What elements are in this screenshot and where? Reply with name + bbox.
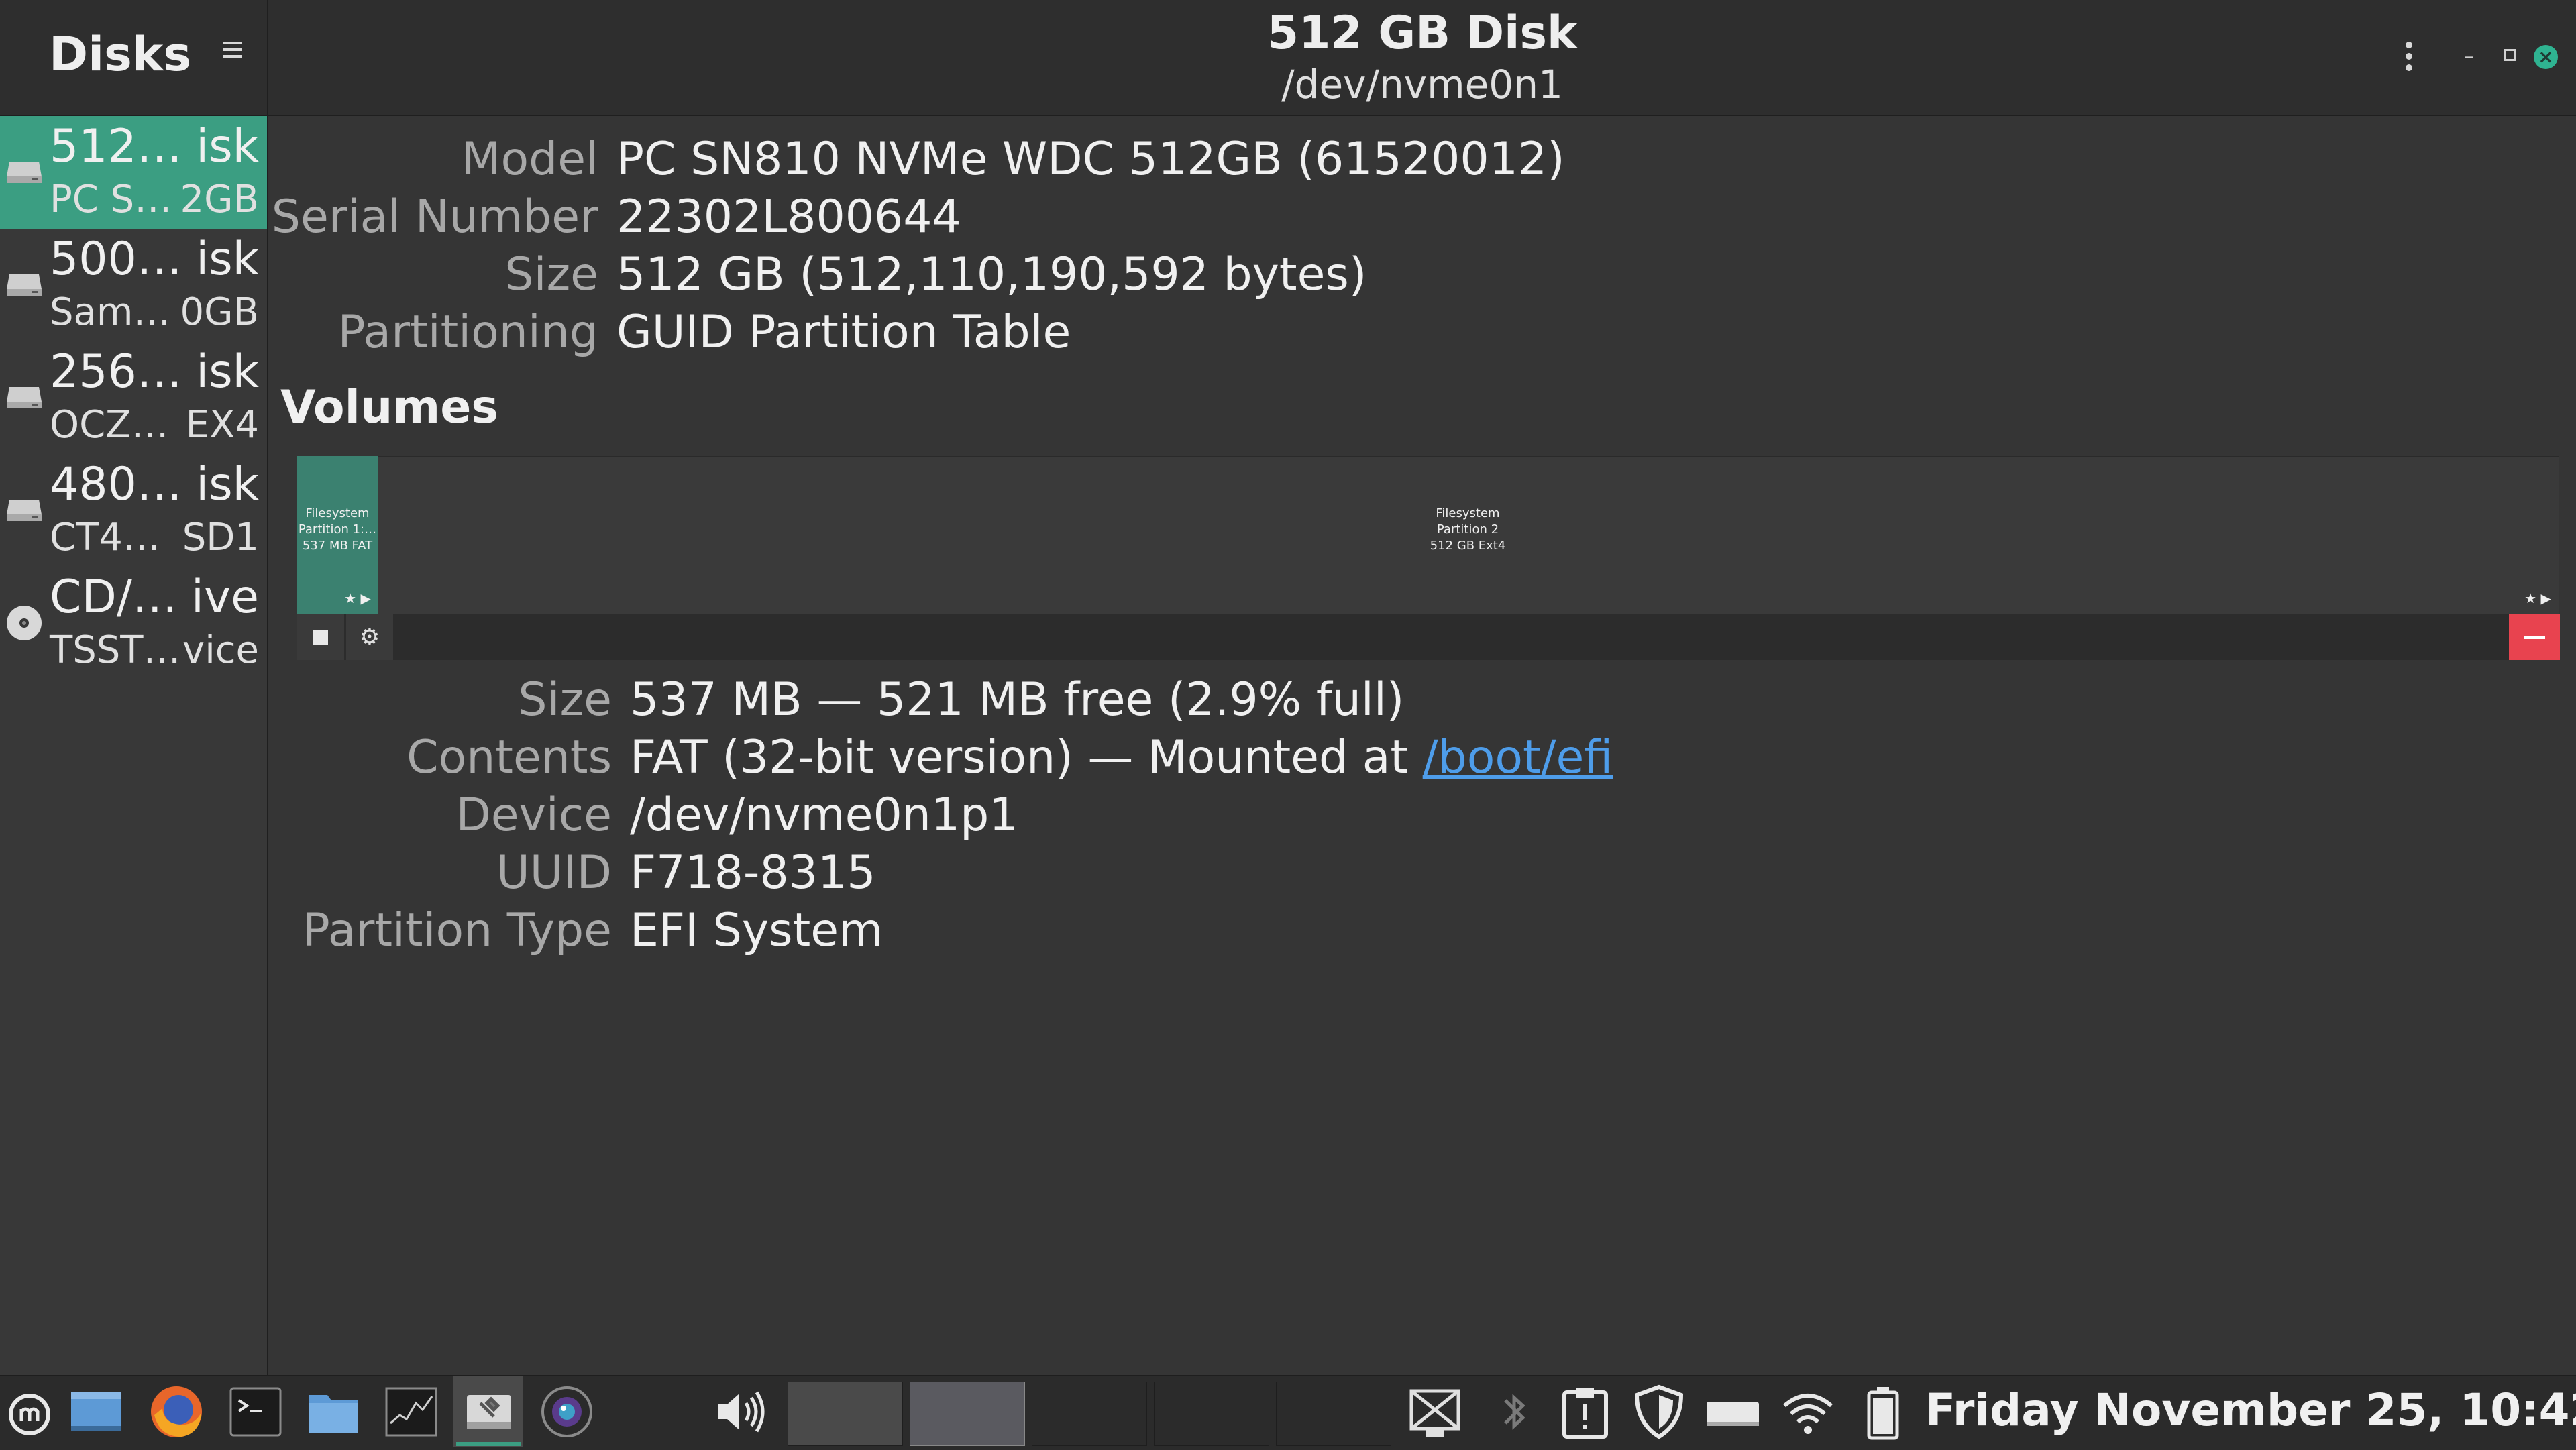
drive-model: PC S… 2GB: [50, 178, 259, 221]
header-bar: 512 GB Disk /dev/nvme0n1 – ×: [268, 0, 2576, 116]
taskbar-clock[interactable]: Friday November 25, 10:42 AM: [1925, 1384, 2576, 1436]
serial-number-label: Serial Number: [271, 190, 598, 243]
partition-options-button[interactable]: ⚙: [346, 614, 393, 660]
partition-2-block[interactable]: Filesystem Partition 2 512 GB Ext4 ★ ▶: [378, 456, 2558, 614]
volume-icon[interactable]: [711, 1383, 769, 1441]
workspace-1[interactable]: [788, 1382, 903, 1446]
window-title: 512 GB Disk: [1267, 7, 1578, 60]
workspace-4[interactable]: [1154, 1382, 1269, 1446]
drive-name: 512… isk: [50, 120, 259, 173]
drive-name: 500… isk: [50, 233, 259, 286]
firefox-icon[interactable]: [148, 1383, 205, 1441]
contents-label: Contents: [407, 731, 612, 784]
drive-icon: [7, 387, 42, 408]
contents-value: FAT (32-bit version) — Mounted at /boot/…: [630, 731, 1613, 784]
minus-icon: [2524, 636, 2545, 639]
device-label: Device: [455, 789, 612, 842]
clipboard-icon[interactable]: [1556, 1383, 1614, 1441]
drive-model: OCZ… EX4: [50, 403, 259, 447]
drive-icon: [7, 162, 42, 183]
drive-name: 256… isk: [50, 345, 259, 398]
device-value: /dev/nvme0n1p1: [630, 789, 1018, 842]
partition-1-label: Filesystem Partition 1:… 537 MB FAT: [298, 506, 377, 553]
drive-model: Sam… 0GB: [50, 290, 259, 334]
volumes-heading: Volumes: [280, 381, 498, 434]
partition-size-label: Size: [518, 673, 612, 726]
terminal-icon[interactable]: [227, 1383, 284, 1441]
workspace-5[interactable]: [1276, 1382, 1391, 1446]
drive-icon: [7, 274, 42, 296]
drive-model: TSST… vice: [50, 628, 259, 672]
partition-1-block[interactable]: Filesystem Partition 1:… 537 MB FAT ★ ▶: [297, 456, 378, 614]
partitioning-label: Partitioning: [337, 306, 598, 359]
keyboard-icon[interactable]: [1704, 1383, 1762, 1441]
workspace-2[interactable]: [910, 1382, 1025, 1446]
network-disconnected-icon[interactable]: [1406, 1383, 1464, 1441]
maximize-button[interactable]: [2504, 49, 2516, 61]
mount-point-link[interactable]: /boot/efi: [1423, 731, 1613, 784]
unmount-button[interactable]: [297, 614, 344, 660]
model-label: Model: [461, 133, 598, 186]
more-options-icon[interactable]: [2406, 42, 2414, 75]
drive-item-500gb[interactable]: 500… isk Sam… 0GB: [0, 229, 267, 341]
uuid-label: UUID: [496, 846, 612, 899]
drive-list: 512… isk PC S… 2GB 500… isk Sam… 0GB 256… isk…: [0, 116, 268, 1375]
partition-type-value: EFI System: [630, 904, 883, 957]
drive-item-512gb[interactable]: 512… isk PC S… 2GB: [0, 116, 267, 229]
minimize-button[interactable]: –: [2464, 47, 2479, 67]
bluetooth-icon[interactable]: [1485, 1383, 1543, 1441]
app-title: Disks: [49, 27, 191, 82]
hamburger-menu-icon[interactable]: [223, 42, 241, 59]
drive-item-480gb[interactable]: 480… isk CT4… SD1: [0, 454, 267, 567]
workspace-3[interactable]: [1032, 1382, 1147, 1446]
close-button[interactable]: ×: [2534, 45, 2558, 69]
volume-toolbar: [297, 614, 2558, 660]
partitioning-value: GUID Partition Table: [616, 306, 1071, 359]
drive-model: CT4… SD1: [50, 516, 259, 559]
active-app-indicator: [456, 1442, 521, 1446]
partition-type-label: Partition Type: [302, 904, 612, 957]
camera-icon[interactable]: [538, 1383, 596, 1441]
drive-name: 480… isk: [50, 458, 259, 511]
size-label: Size: [504, 248, 598, 301]
mint-menu-icon[interactable]: [3, 1383, 56, 1441]
partition-size-value: 537 MB — 521 MB free (2.9% full): [630, 673, 1405, 726]
partition-2-label: Filesystem Partition 2 512 GB Ext4: [1430, 506, 1506, 553]
drive-icon: [7, 500, 42, 521]
disks-icon[interactable]: [460, 1383, 518, 1441]
show-desktop-icon[interactable]: [67, 1383, 125, 1441]
optical-disc-icon: [7, 606, 42, 640]
system-monitor-icon[interactable]: [382, 1383, 440, 1441]
partition-flags-icon: ★ ▶: [344, 590, 371, 606]
drive-item-cd-drive[interactable]: CD/… ive TSST… vice: [0, 567, 267, 679]
uuid-value: F718-8315: [630, 846, 876, 899]
wifi-icon[interactable]: [1779, 1383, 1837, 1441]
files-icon[interactable]: [305, 1383, 362, 1441]
model-value: PC SN810 NVMe WDC 512GB (61520012): [616, 133, 1565, 186]
delete-partition-button[interactable]: [2509, 614, 2560, 660]
partition-flags-icon: ★ ▶: [2524, 590, 2551, 606]
size-value: 512 GB (512,110,190,592 bytes): [616, 248, 1367, 301]
serial-number-value: 22302L800644: [616, 190, 961, 243]
drive-name: CD/… ive: [50, 571, 259, 624]
shield-icon[interactable]: [1630, 1383, 1688, 1441]
window-subtitle: /dev/nvme0n1: [1281, 62, 1563, 107]
stop-icon: [313, 630, 328, 645]
battery-icon[interactable]: [1854, 1383, 1912, 1441]
drive-item-256gb[interactable]: 256… isk OCZ… EX4: [0, 341, 267, 454]
gears-icon: ⚙: [359, 624, 380, 651]
